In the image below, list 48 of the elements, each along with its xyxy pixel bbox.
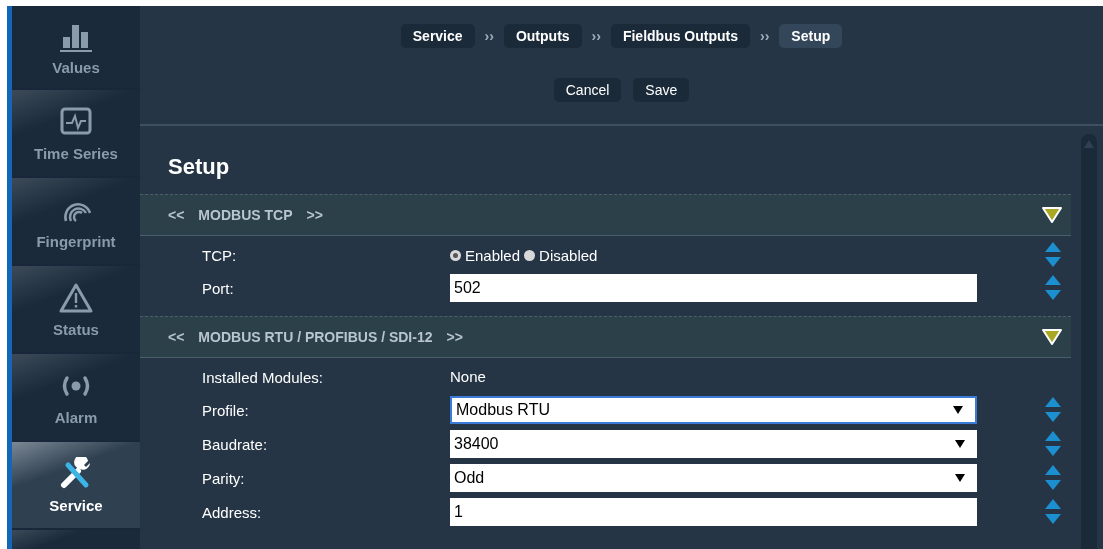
save-button[interactable]: Save [633, 78, 690, 102]
move-up-down-icon[interactable] [1045, 242, 1061, 268]
next-link[interactable]: >> [446, 329, 463, 345]
breadcrumb-link[interactable]: Setup [779, 24, 843, 48]
field-label: Baudrate: [201, 435, 269, 453]
field-label: Parity: [201, 469, 246, 487]
dropdown[interactable]: Odd [450, 464, 977, 492]
text-field[interactable]: 1 [450, 498, 977, 526]
move-up-down-icon[interactable] [1045, 499, 1061, 525]
radio-button[interactable] [450, 249, 461, 261]
collapse-triangle-icon[interactable] [1041, 206, 1063, 224]
field-value: None [450, 368, 486, 385]
field-label: TCP: [201, 246, 238, 264]
dropdown[interactable]: Modbus RTU [450, 396, 977, 424]
collapse-triangle-icon[interactable] [1041, 328, 1063, 346]
sidebar-item[interactable]: Service [12, 442, 140, 528]
move-up-down-icon[interactable] [1045, 431, 1061, 457]
move-up-down-icon[interactable] [1045, 275, 1061, 301]
move-up-down-icon[interactable] [1045, 465, 1061, 491]
breadcrumb-separator: ›› [484, 28, 494, 44]
dropdown-caret-icon [955, 474, 965, 482]
field-label: Installed Modules: [201, 368, 324, 386]
section-title: MODBUS TCP [198, 207, 293, 223]
radio-option[interactable]: Disabled [524, 246, 598, 264]
dropdown-caret-icon [953, 406, 963, 414]
cancel-button[interactable]: Cancel [553, 78, 622, 102]
dropdown-caret-icon [955, 440, 965, 448]
breadcrumb-link[interactable]: Service [400, 24, 475, 48]
breadcrumb-separator: ›› [591, 28, 601, 44]
scrollbar[interactable] [1081, 134, 1097, 549]
page-title: Setup [168, 154, 231, 180]
field-label: Address: [201, 503, 263, 521]
move-up-down-icon[interactable] [1045, 397, 1061, 423]
breadcrumb-link[interactable]: Fieldbus Outputs [610, 24, 750, 48]
previous-link[interactable]: << [168, 329, 185, 345]
section-header[interactable]: << MODBUS RTU / PROFIBUS / SDI-12 >> [140, 316, 1071, 358]
radio-button[interactable] [524, 249, 536, 261]
previous-link[interactable]: << [168, 207, 185, 223]
section-header[interactable]: << MODBUS TCP >> [140, 194, 1071, 236]
field-label: Port: [201, 279, 235, 297]
section-title: MODBUS RTU / PROFIBUS / SDI-12 [198, 329, 433, 345]
next-link[interactable]: >> [306, 207, 323, 223]
text-field[interactable]: 502 [450, 274, 977, 302]
dropdown[interactable]: 38400 [450, 430, 977, 458]
radio-option[interactable]: Enabled [450, 246, 521, 264]
breadcrumb-link[interactable]: Outputs [503, 24, 582, 48]
breadcrumb-separator: ›› [760, 28, 770, 44]
field-label: Profile: [201, 401, 250, 419]
